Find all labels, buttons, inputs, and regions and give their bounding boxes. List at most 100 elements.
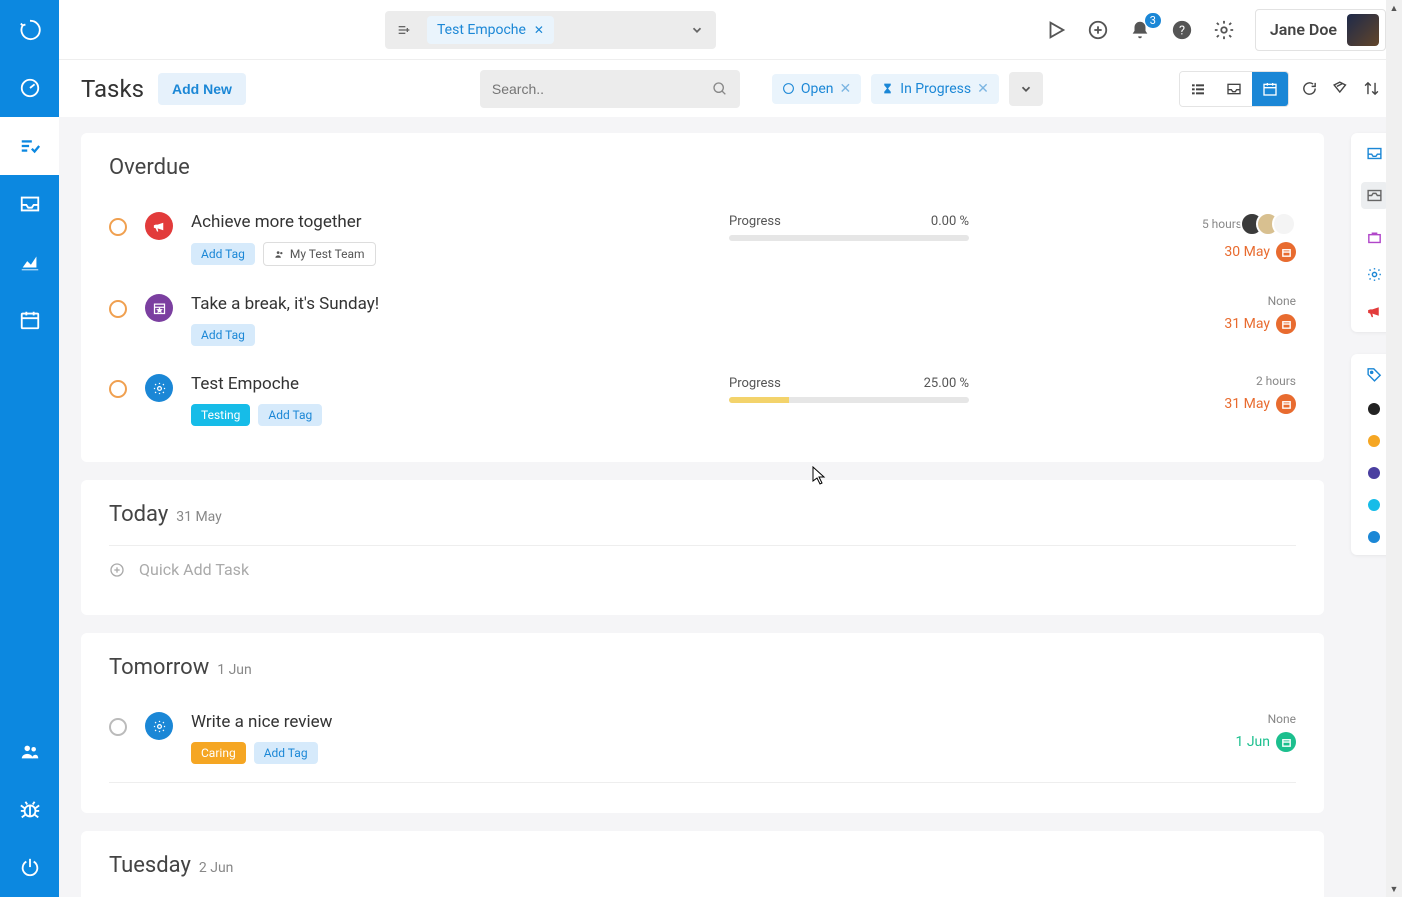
task-checkbox[interactable] [109,218,127,236]
view-calendar-icon[interactable] [1252,72,1288,106]
task-date[interactable]: 31 May [1224,314,1296,334]
task-date[interactable]: 1 Jun [1235,732,1296,752]
rail-tag-icon[interactable] [1366,366,1383,383]
section-title-today: Today [109,502,168,527]
task-title: Achieve more together [191,212,711,232]
team-icon [274,249,285,260]
section-date-today: 31 May [176,509,222,525]
task-row[interactable]: Achieve more together Add Tag My Test Te… [109,198,1296,280]
refresh-icon[interactable] [1301,80,1318,97]
user-menu[interactable]: Jane Doe [1255,9,1386,51]
rail-briefcase-icon[interactable] [1366,229,1383,246]
sidebar-calendar-icon[interactable] [0,291,59,349]
notifications-icon[interactable]: 3 [1129,19,1151,41]
view-list-icon[interactable] [1180,72,1216,106]
rail-dot-blue[interactable] [1368,531,1380,543]
context-chip-label: Test Empoche [437,22,526,38]
vertical-scrollbar[interactable]: ▲ ▼ [1386,0,1402,897]
task-checkbox[interactable] [109,718,127,736]
topbar: Test Empoche ✕ 3 [59,0,1402,59]
context-chip[interactable]: Test Empoche ✕ [427,16,554,44]
search-icon [712,81,728,97]
sidebar-tasks-icon[interactable] [0,117,59,175]
task-hours: None [1268,712,1296,726]
tags-icon[interactable] [1332,80,1349,97]
filter-inprogress-close-icon[interactable]: ✕ [977,81,989,97]
svg-text:?: ? [1179,23,1185,38]
add-circle-icon[interactable] [1087,19,1109,41]
sidebar-team-icon[interactable] [0,723,59,781]
settings-icon[interactable] [1213,19,1235,41]
calendar-star-icon [145,294,173,322]
task-date[interactable]: 31 May [1224,394,1296,414]
task-row[interactable]: Write a nice review Caring Add Tag None … [109,698,1296,778]
sidebar-inbox-icon[interactable] [0,175,59,233]
tag-testing[interactable]: Testing [191,404,250,426]
context-selector[interactable]: Test Empoche ✕ [385,11,716,49]
context-caret-icon[interactable] [678,23,716,37]
help-icon[interactable]: ? [1171,19,1193,41]
section-overdue: Overdue Achieve more together Add Tag M [81,133,1324,462]
gear-icon [145,712,173,740]
section-tuesday: Tuesday 2 Jun Explore the Documentation [81,831,1324,897]
task-checkbox[interactable] [109,300,127,318]
rail-dot-black[interactable] [1368,403,1380,415]
filter-chip-open[interactable]: Open ✕ [772,74,861,104]
user-name: Jane Doe [1270,20,1337,39]
circle-icon [782,82,795,95]
rail-archive-icon[interactable] [1361,182,1388,209]
section-date-tuesday: 2 Jun [199,860,234,876]
add-tag-button[interactable]: Add Tag [191,243,255,265]
task-avatars[interactable] [1248,212,1296,236]
search-input[interactable] [492,81,712,97]
view-toggle-group [1179,71,1289,107]
view-inbox-icon[interactable] [1216,72,1252,106]
filter-open-close-icon[interactable]: ✕ [840,81,852,97]
app-logo[interactable] [0,0,59,59]
context-chip-close-icon[interactable]: ✕ [534,23,544,37]
sidebar-power-icon[interactable] [0,839,59,897]
filter-chip-inprogress[interactable]: In Progress ✕ [871,74,999,104]
team-tag[interactable]: My Test Team [263,242,376,266]
bullhorn-icon [145,212,173,240]
task-title: Take a break, it's Sunday! [191,294,711,314]
context-prefix-icon [385,22,423,38]
task-row[interactable]: Take a break, it's Sunday! Add Tag None … [109,280,1296,360]
rail-dot-indigo[interactable] [1368,467,1380,479]
quick-add-input[interactable]: Quick Add Task [109,545,1296,593]
section-tomorrow: Tomorrow 1 Jun Write a nice review Carin… [81,633,1324,813]
filter-open-label: Open [801,81,834,97]
content-scroll[interactable]: Overdue Achieve more together Add Tag M [59,117,1346,897]
calendar-badge-icon [1276,394,1296,414]
sort-icon[interactable] [1363,80,1380,97]
rail-inbox-icon[interactable] [1366,145,1383,162]
task-title: Write a nice review [191,712,711,732]
task-hours: None [1268,294,1296,308]
section-title-tuesday: Tuesday [109,853,191,878]
task-row[interactable]: Test Empoche Testing Add Tag Progress25.… [109,360,1296,440]
play-icon[interactable] [1045,19,1067,41]
task-checkbox[interactable] [109,380,127,398]
rail-dot-orange[interactable] [1368,435,1380,447]
page-title: Tasks [81,75,144,103]
calendar-badge-icon [1276,732,1296,752]
filter-dropdown-icon[interactable] [1009,72,1043,106]
calendar-badge-icon [1276,314,1296,334]
sidebar-dashboard-icon[interactable] [0,59,59,117]
task-date[interactable]: 30 May [1224,242,1296,262]
rail-gear-icon[interactable] [1366,266,1383,283]
rail-bullhorn-icon[interactable] [1366,303,1383,320]
user-avatar [1347,14,1379,46]
add-tag-button[interactable]: Add Tag [254,742,318,764]
sidebar-bug-icon[interactable] [0,781,59,839]
filter-inprogress-label: In Progress [900,81,971,97]
add-tag-button[interactable]: Add Tag [258,404,322,426]
rail-dot-cyan[interactable] [1368,499,1380,511]
task-progress: Progress0.00 % [729,214,969,241]
search-box[interactable] [480,70,740,108]
add-tag-button[interactable]: Add Tag [191,324,255,346]
tag-caring[interactable]: Caring [191,742,246,764]
add-new-button[interactable]: Add New [158,73,246,105]
section-title-overdue: Overdue [109,155,1296,180]
sidebar-analytics-icon[interactable] [0,233,59,291]
